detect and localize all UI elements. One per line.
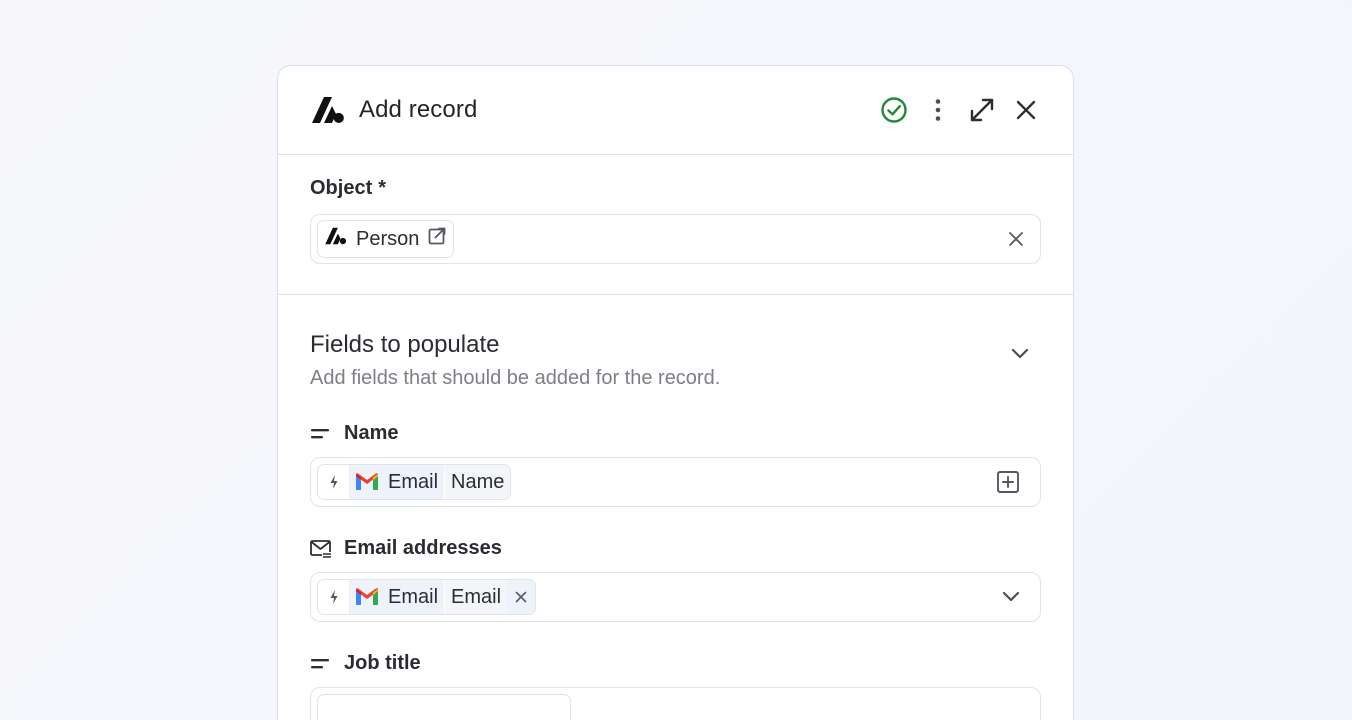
field-job-title: Job title [310,652,1041,720]
bolt-icon [318,465,350,499]
variable-token[interactable]: Email Name [317,464,512,500]
gmail-icon [356,473,378,490]
remove-token-icon[interactable] [507,580,536,614]
email-field-icon [310,538,332,560]
selected-object-chip[interactable]: Person [317,220,455,258]
token-source: Email [350,465,445,499]
object-logo-icon [324,226,348,252]
object-select[interactable]: Person [310,214,1041,264]
open-external-icon[interactable] [427,226,447,252]
clear-selection-icon[interactable] [1008,231,1024,247]
add-variable-icon[interactable] [996,470,1020,494]
variable-token[interactable]: Email Email [317,579,537,615]
bolt-icon [318,580,350,614]
field-job-title-label: Job title [310,652,1041,675]
token-field: Name [444,465,511,499]
chevron-down-icon[interactable] [1002,591,1020,603]
expand-icon[interactable] [967,95,997,125]
app-logo-icon [310,94,348,126]
field-email-label: Email addresses [310,537,1041,560]
header-actions [879,95,1041,125]
required-mark: * [378,177,387,199]
fields-title: Fields to populate [310,331,500,358]
email-addresses-input[interactable]: Email Email [310,572,1041,622]
field-name-label: Name [310,422,1041,445]
name-input[interactable]: Email Name [310,457,1041,507]
text-field-icon [310,423,332,445]
more-vertical-icon[interactable] [923,95,953,125]
panel-header: Add record [278,66,1073,155]
field-name: Name Email Name [310,422,1041,507]
fields-subtitle: Add fields that should be added for the … [310,367,721,389]
token-source: Email [350,580,445,614]
chevron-down-icon[interactable] [1011,347,1029,365]
object-section: Object * Person [278,155,1073,295]
job-title-input[interactable] [310,687,1041,720]
token-field: Email [444,580,508,614]
panel-title: Add record [359,96,478,123]
selected-object-label: Person [356,227,420,250]
variable-token[interactable] [317,694,571,720]
fields-header[interactable]: Fields to populate Add fields that shoul… [310,331,1041,390]
object-label: Object * [310,177,387,199]
status-check-icon[interactable] [879,95,909,125]
field-email-addresses: Email addresses Email Email [310,537,1041,622]
gmail-icon [356,588,378,605]
add-record-panel: Add record Object * Person Fields to pop… [277,65,1074,720]
text-field-icon [310,653,332,675]
close-icon[interactable] [1011,95,1041,125]
fields-section: Fields to populate Add fields that shoul… [278,295,1073,720]
